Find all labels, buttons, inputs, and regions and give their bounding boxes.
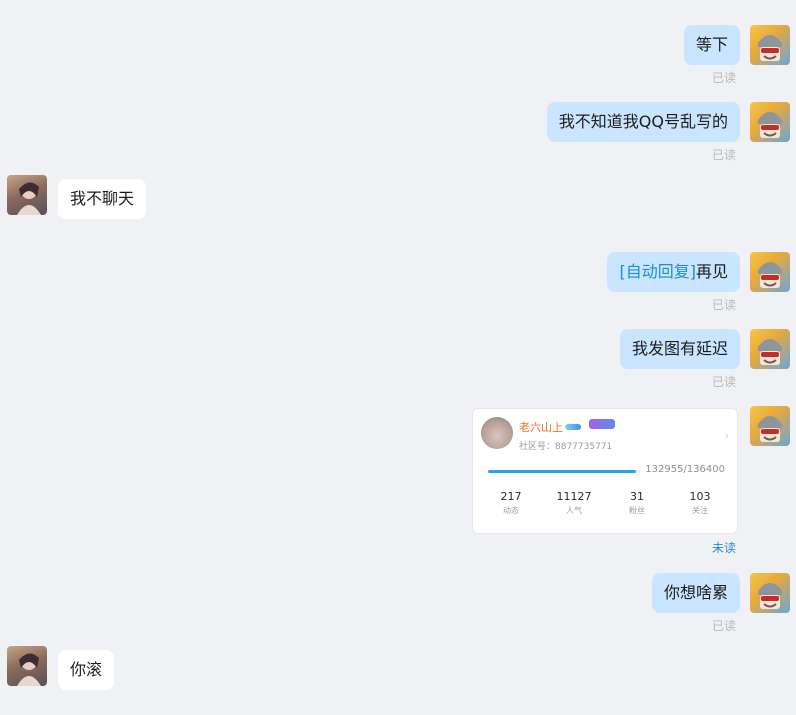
message-text: 你想啥累 xyxy=(663,583,728,602)
auto-reply-tag: [自动回复] xyxy=(619,262,696,281)
card-stat-value: 217 xyxy=(500,490,522,503)
card-stat-value: 31 xyxy=(630,490,644,503)
message-text: 再见 xyxy=(695,262,728,281)
message-bubble[interactable]: 你滚 xyxy=(58,650,115,690)
my-avatar[interactable] xyxy=(750,406,790,446)
chevron-right-icon: › xyxy=(724,429,729,442)
card-progress-text: 132955/136400 xyxy=(645,464,725,475)
message-bubble[interactable]: 等下 xyxy=(683,25,740,65)
card-stat: 31 粉丝 xyxy=(607,490,667,516)
message-text: 我不聊天 xyxy=(70,189,135,208)
card-vip-badge xyxy=(589,419,615,429)
card-stat-value: 103 xyxy=(689,490,711,503)
card-stat-label: 人气 xyxy=(566,506,582,515)
message-bubble[interactable]: 我不知道我QQ号乱写的 xyxy=(546,102,740,142)
card-stat-value: 11127 xyxy=(556,490,592,503)
message-bubble[interactable]: 你想啥累 xyxy=(651,573,740,613)
card-stat: 11127 人气 xyxy=(544,490,604,516)
card-stat: 217 动态 xyxy=(481,490,541,516)
my-avatar[interactable] xyxy=(750,573,790,613)
message-text: 等下 xyxy=(695,35,728,54)
my-avatar[interactable] xyxy=(750,102,790,142)
read-status: 已读 xyxy=(711,375,736,389)
message-bubble[interactable]: 我不聊天 xyxy=(58,179,147,219)
my-avatar[interactable] xyxy=(750,252,790,292)
message-text: 我不知道我QQ号乱写的 xyxy=(558,112,728,131)
read-status: 已读 xyxy=(711,298,736,312)
message-text: 我发图有延迟 xyxy=(631,339,728,358)
peer-avatar[interactable] xyxy=(7,646,47,686)
peer-avatar[interactable] xyxy=(7,175,47,215)
message-text: 你滚 xyxy=(70,660,103,679)
card-avatar xyxy=(481,417,513,449)
read-status: 已读 xyxy=(711,148,736,162)
read-status: 已读 xyxy=(711,71,736,85)
my-avatar[interactable] xyxy=(750,329,790,369)
message-bubble[interactable]: [自动回复]再见 xyxy=(607,252,740,292)
card-stat-label: 粉丝 xyxy=(629,506,645,515)
card-stat-label: 动态 xyxy=(503,506,519,515)
profile-card-image[interactable]: 老六山上 社区号：8877735771 › 132955/136400 217 … xyxy=(472,408,738,534)
read-status: 已读 xyxy=(711,619,736,633)
message-bubble[interactable]: 我发图有延迟 xyxy=(619,329,740,369)
card-community-id: 社区号：8877735771 xyxy=(519,442,613,452)
card-progress-fill xyxy=(488,470,637,473)
card-stat-label: 关注 xyxy=(692,506,708,515)
unread-status: 未读 xyxy=(711,541,736,555)
card-username: 老六山上 xyxy=(519,421,563,434)
card-stat: 103 关注 xyxy=(670,490,730,516)
card-level-badge xyxy=(565,424,581,430)
card-progress-track xyxy=(488,470,640,473)
my-avatar[interactable] xyxy=(750,25,790,65)
